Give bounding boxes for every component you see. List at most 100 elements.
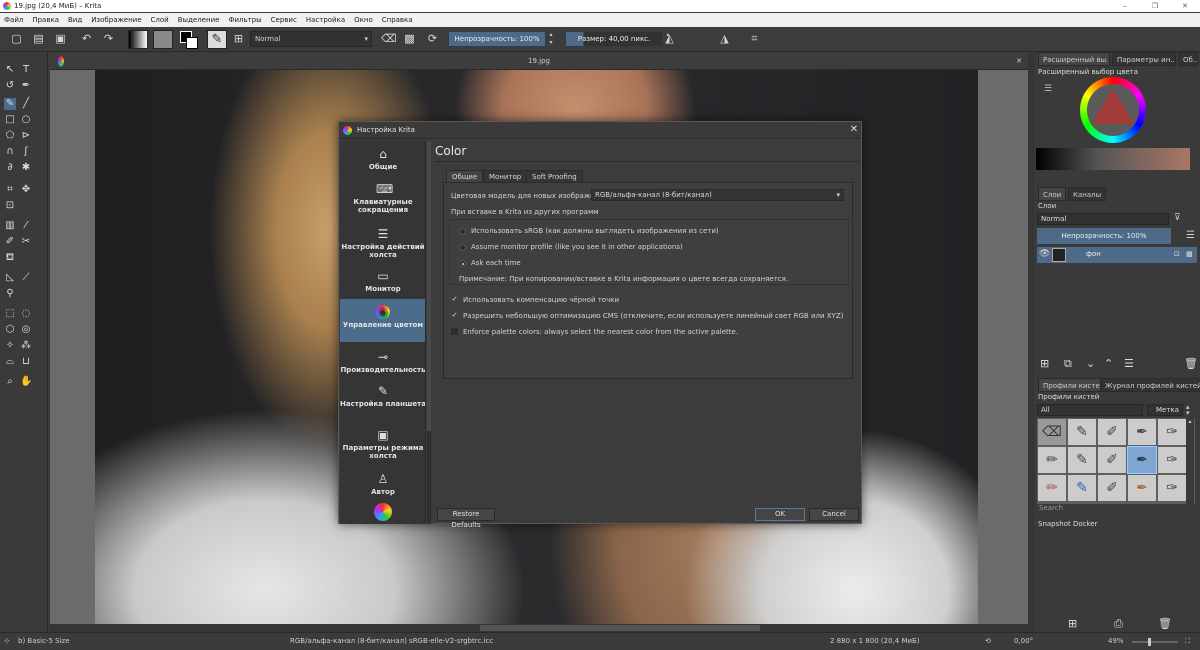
menu-window[interactable]: Окно: [354, 16, 373, 24]
color-model-dropdown[interactable]: RGB/альфа-канал (8-бит/канал) ▾: [591, 189, 844, 201]
ok-button[interactable]: OK: [755, 508, 805, 521]
calligraphy-icon[interactable]: ✒: [20, 80, 32, 92]
magnetic-select-icon[interactable]: ⊔: [20, 356, 32, 368]
radio-ask-each-time[interactable]: [459, 260, 466, 267]
preserve-alpha-icon[interactable]: ▩: [403, 32, 416, 45]
brush-preset-eraser-icon[interactable]: ⌫: [1038, 419, 1066, 445]
menu-select[interactable]: Выделение: [178, 16, 220, 24]
brush-tag-button[interactable]: Метка: [1147, 404, 1183, 416]
brush-preset-airbrush-icon[interactable]: ✒: [1128, 419, 1156, 445]
multibrush-icon[interactable]: ✱: [20, 162, 32, 174]
menu-help[interactable]: Справка: [382, 16, 413, 24]
crop-tool-icon[interactable]: ⌗: [4, 184, 16, 196]
color-picker-icon[interactable]: ⁄: [20, 220, 32, 232]
polygon-select-icon[interactable]: ⬡: [4, 324, 16, 336]
undo-icon[interactable]: ↶: [80, 32, 93, 45]
maximize-button[interactable]: ❐: [1140, 0, 1170, 12]
menu-edit[interactable]: Правка: [32, 16, 59, 24]
sidebar-item-author[interactable]: ♙ Автор: [340, 472, 425, 496]
zoom-tool-icon[interactable]: ⌕: [4, 376, 16, 388]
brush-preset-basic5-icon[interactable]: ✒: [1127, 446, 1157, 474]
color-triangle[interactable]: [1092, 88, 1134, 124]
checkbox-cms-optimization-label[interactable]: Разрешить небольшую оптимизацию CMS (отк…: [463, 312, 843, 320]
freehand-brush-icon[interactable]: ✎: [4, 98, 16, 110]
background-color-swatch[interactable]: [186, 37, 198, 49]
mirror-vertical-icon[interactable]: ◮: [718, 32, 731, 45]
layer-lock-icon[interactable]: ⊡: [1174, 250, 1180, 258]
similar-select-icon[interactable]: ⁂: [20, 340, 32, 352]
brush-preset-charcoal-icon[interactable]: ✏: [1038, 447, 1066, 473]
dock-tab-layers[interactable]: Слои: [1038, 187, 1067, 201]
move-tool-icon[interactable]: ✥: [20, 184, 32, 196]
rotation-icon[interactable]: ⟲: [985, 637, 991, 645]
eraser-mode-icon[interactable]: ⌫: [381, 32, 397, 45]
sidebar-item-canvas-input[interactable]: ☰ Настройка действий холста: [340, 227, 425, 259]
layer-name[interactable]: фон: [1086, 250, 1101, 258]
opacity-slider[interactable]: Непрозрачность: 100%: [448, 31, 546, 47]
sidebar-item-display[interactable]: ▭ Монитор: [340, 269, 425, 293]
zoom-fit-icon[interactable]: ⛶: [1185, 637, 1190, 646]
brush-grid-scrollbar[interactable]: ▴: [1186, 418, 1194, 504]
new-document-icon[interactable]: ▢: [10, 32, 23, 45]
gradient-selector[interactable]: [128, 30, 148, 49]
sidebar-item-tablet[interactable]: ✎ Настройка планшета: [340, 384, 425, 408]
brush-settings-grid-icon[interactable]: ⊞: [232, 32, 245, 45]
sidebar-item-general[interactable]: ⌂ Общие: [340, 147, 425, 171]
smart-patch-icon[interactable]: ✂: [20, 236, 32, 248]
sidebar-item-canvas-only[interactable]: ▣ Параметры режима холста: [340, 428, 425, 460]
measure-tool-icon[interactable]: ⟋: [20, 272, 32, 284]
checkbox-blackpoint[interactable]: ✓: [451, 296, 458, 303]
save-document-icon[interactable]: ▣: [54, 32, 67, 45]
brush-preset-pen-icon[interactable]: ✑: [1158, 447, 1186, 473]
brush-preset-crayon-icon[interactable]: ✏: [1038, 475, 1066, 501]
text-tool-icon[interactable]: T: [20, 64, 32, 76]
line-tool-icon[interactable]: ╱: [20, 98, 32, 110]
add-layer-icon[interactable]: ⊞: [1040, 357, 1049, 370]
checkbox-palette-label[interactable]: Enforce palette colors: always select th…: [463, 328, 738, 336]
sidebar-item-shortcuts[interactable]: ⌨ Клавиатурные сокращения: [340, 182, 425, 214]
zoom-slider-handle[interactable]: [1148, 638, 1151, 646]
layer-alpha-icon[interactable]: ▩: [1186, 250, 1193, 258]
brush-tag-spin-icon[interactable]: ▴ ▾: [1186, 404, 1190, 417]
brush-preset-marker-icon[interactable]: ✐: [1098, 419, 1126, 445]
minimize-button[interactable]: –: [1110, 0, 1140, 12]
reference-tool-icon[interactable]: ⚲: [4, 288, 16, 300]
brush-preset-sketch-icon[interactable]: ✑: [1158, 475, 1186, 501]
sidebar-item-performance[interactable]: ⊸ Производительность: [340, 350, 425, 374]
freehand-path-icon[interactable]: ʃ: [20, 146, 32, 158]
snapshot-camera-icon[interactable]: ⎙: [1114, 617, 1123, 631]
redo-icon[interactable]: ↷: [102, 32, 115, 45]
layer-properties-icon[interactable]: ☰: [1186, 230, 1195, 241]
assistant-tool-icon[interactable]: ◺: [4, 272, 16, 284]
radio-ask-each-time-label[interactable]: Ask each time: [471, 259, 521, 267]
brush-preset-chalk-icon[interactable]: ✎: [1068, 447, 1096, 473]
brush-preset-ink-icon[interactable]: ✑: [1158, 419, 1186, 445]
pan-tool-icon[interactable]: ✋: [20, 376, 32, 388]
ellipse-tool-icon[interactable]: ○: [20, 114, 32, 126]
canvas-horizontal-scrollbar[interactable]: [50, 624, 1028, 632]
snapshot-delete-icon[interactable]: 🗑: [1158, 617, 1172, 630]
brush-preset-fineliner-icon[interactable]: ✐: [1098, 475, 1126, 501]
brush-preset-blue-pen-icon[interactable]: ✎: [1068, 475, 1096, 501]
layers-blend-dropdown[interactable]: Normal: [1037, 213, 1169, 225]
brush-preset-icon[interactable]: ✎: [207, 30, 227, 49]
checkbox-cms-optimization[interactable]: ✓: [451, 312, 458, 319]
polyline-tool-icon[interactable]: ⊳: [20, 130, 32, 142]
menu-tools[interactable]: Сервис: [271, 16, 297, 24]
cancel-button[interactable]: Cancel: [809, 508, 859, 521]
color-selector-menu-icon[interactable]: ☰: [1044, 84, 1052, 94]
select-shapes-icon[interactable]: ↖: [4, 64, 16, 76]
brush-search-input[interactable]: Search: [1037, 504, 1159, 514]
zoom-slider[interactable]: [1132, 641, 1178, 643]
radio-assume-monitor-label[interactable]: Assume monitor profile (like you see it …: [471, 243, 683, 251]
duplicate-layer-icon[interactable]: ⧉: [1064, 357, 1072, 371]
move-layer-up-icon[interactable]: ⌃: [1104, 357, 1113, 370]
dock-tab-tool-options[interactable]: Параметры ин...: [1112, 52, 1176, 66]
menu-view[interactable]: Вид: [68, 16, 82, 24]
bezier-tool-icon[interactable]: ∩: [4, 146, 16, 158]
menu-filters[interactable]: Фильтры: [228, 16, 261, 24]
size-spin-icon[interactable]: ▴ ▾: [664, 31, 672, 47]
edit-shapes-icon[interactable]: ↺: [4, 80, 16, 92]
dynamic-brush-icon[interactable]: ∂: [4, 162, 16, 174]
opacity-spin-icon[interactable]: ▴ ▾: [547, 31, 555, 47]
